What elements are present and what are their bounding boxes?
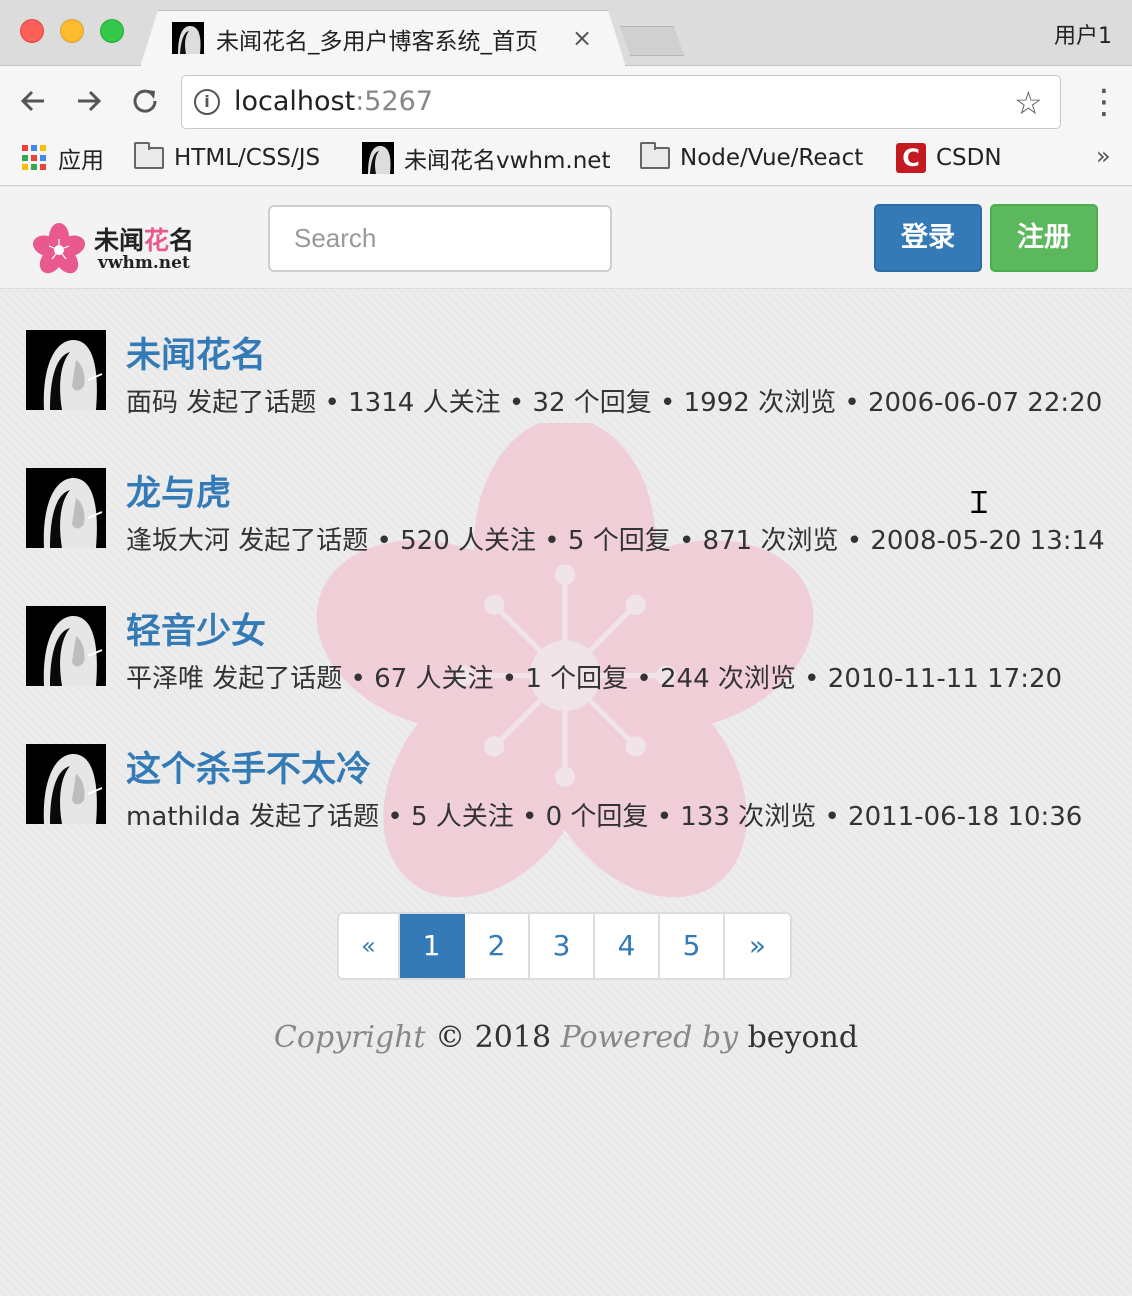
maximize-window-button[interactable] (100, 19, 124, 43)
user-avatar[interactable] (26, 744, 106, 824)
topic-title-link[interactable]: 龙与虎 (126, 465, 231, 516)
minimize-window-button[interactable] (60, 19, 84, 43)
footer-year: © 2018 (425, 1020, 561, 1055)
logo-text-main: 未闻 (94, 226, 145, 255)
url-host: localhost (234, 86, 356, 117)
bookmark-label: HTML/CSS/JS (174, 145, 321, 171)
bookmark-star-icon[interactable]: ☆ (1014, 84, 1043, 122)
tab-close-icon[interactable]: × (572, 24, 592, 52)
bookmark-apps[interactable]: 应用 (22, 142, 104, 174)
topic-meta: 平泽唯 发起了话题 • 67 人关注 • 1 个回复 • 244 次浏览 • 2… (126, 664, 1063, 694)
bookmark-csdn[interactable]: C CSDN (896, 142, 1002, 174)
reload-icon[interactable] (128, 84, 162, 118)
site-info-icon[interactable]: i (194, 89, 220, 115)
topic-meta: 逢坂大河 发起了话题 • 520 人关注 • 5 个回复 • 871 次浏览 •… (126, 526, 1105, 556)
bookmark-node-vue-react[interactable]: Node/Vue/React (640, 142, 863, 174)
topic-meta: 面码 发起了话题 • 1314 人关注 • 32 个回复 • 1992 次浏览 … (126, 388, 1103, 418)
site-logo-subtitle: vwhm.net (98, 253, 190, 273)
footer-author: beyond (738, 1020, 859, 1055)
search-input[interactable] (268, 205, 612, 272)
bookmark-label: 应用 (58, 148, 104, 174)
user-avatar[interactable] (26, 606, 106, 686)
avatar-favicon-icon (362, 142, 394, 174)
topic-meta: mathilda 发起了话题 • 5 人关注 • 0 个回复 • 133 次浏览… (126, 802, 1083, 832)
back-arrow-icon[interactable] (16, 84, 50, 118)
login-button[interactable]: 登录 (874, 204, 982, 272)
text-cursor-icon: Ｉ (964, 486, 994, 521)
more-menu-icon[interactable]: ⋮ (1087, 82, 1121, 122)
bookmarks-overflow-icon[interactable]: » (1096, 142, 1111, 170)
bookmark-label: Node/Vue/React (680, 145, 864, 171)
site-logo-text[interactable]: 未闻花名 (94, 221, 194, 257)
topic-title-link[interactable]: 这个杀手不太冷 (126, 741, 371, 792)
forward-arrow-icon[interactable] (72, 84, 106, 118)
footer-copyright: Copyright © 2018 Powered by beyond (0, 1020, 1132, 1055)
pagination-next[interactable]: » (725, 914, 790, 978)
topic-title-link[interactable]: 未闻花名 (126, 327, 266, 378)
pagination-page-5[interactable]: 5 (660, 914, 725, 978)
pagination: « 1 2 3 4 5 » (337, 912, 792, 980)
bookmark-label: 未闻花名vwhm.net (404, 148, 611, 174)
csdn-icon: C (896, 143, 926, 173)
user-avatar[interactable] (26, 468, 106, 548)
sakura-logo-icon[interactable] (28, 219, 90, 277)
footer-powered-by: Powered by (560, 1020, 739, 1055)
url-text[interactable]: localhost:5267 (234, 86, 433, 117)
url-port: :5267 (355, 86, 434, 117)
topic-item: 轻音少女 平泽唯 发起了话题 • 67 人关注 • 1 个回复 • 244 次浏… (26, 603, 1116, 694)
footer-copyright-word: Copyright (273, 1020, 426, 1055)
pagination-page-4[interactable]: 4 (595, 914, 660, 978)
logo-text-end: 名 (169, 226, 195, 255)
topic-item: 这个杀手不太冷 mathilda 发起了话题 • 5 人关注 • 0 个回复 •… (26, 741, 1116, 832)
bookmark-html-css-js[interactable]: HTML/CSS/JS (134, 142, 320, 174)
profile-label[interactable]: 用户1 (1054, 18, 1112, 50)
bookmark-vwhm[interactable]: 未闻花名vwhm.net (362, 142, 610, 174)
pagination-page-1[interactable]: 1 (400, 914, 465, 978)
apps-grid-icon (22, 145, 48, 171)
register-button[interactable]: 注册 (990, 204, 1098, 272)
bookmark-label: CSDN (936, 145, 1002, 171)
tab-title: 未闻花名_多用户博客系统_首页 (216, 29, 538, 55)
folder-icon (640, 142, 670, 169)
topic-item: 未闻花名 面码 发起了话题 • 1314 人关注 • 32 个回复 • 1992… (26, 327, 1116, 418)
page-viewport: 未闻花名 vwhm.net 登录 注册 未闻花名 面码 发起了话题 • 1314… (0, 187, 1132, 1296)
folder-icon (134, 142, 164, 169)
user-avatar[interactable] (26, 330, 106, 410)
pagination-page-2[interactable]: 2 (465, 914, 530, 978)
new-tab-button[interactable] (620, 26, 684, 56)
topic-item: 龙与虎 逢坂大河 发起了话题 • 520 人关注 • 5 个回复 • 871 次… (26, 465, 1116, 556)
logo-text-accent: 花 (144, 226, 170, 255)
close-window-button[interactable] (20, 19, 44, 43)
tab-favicon-icon (172, 22, 204, 54)
pagination-page-3[interactable]: 3 (530, 914, 595, 978)
pagination-prev[interactable]: « (339, 914, 400, 978)
topic-title-link[interactable]: 轻音少女 (126, 603, 266, 654)
